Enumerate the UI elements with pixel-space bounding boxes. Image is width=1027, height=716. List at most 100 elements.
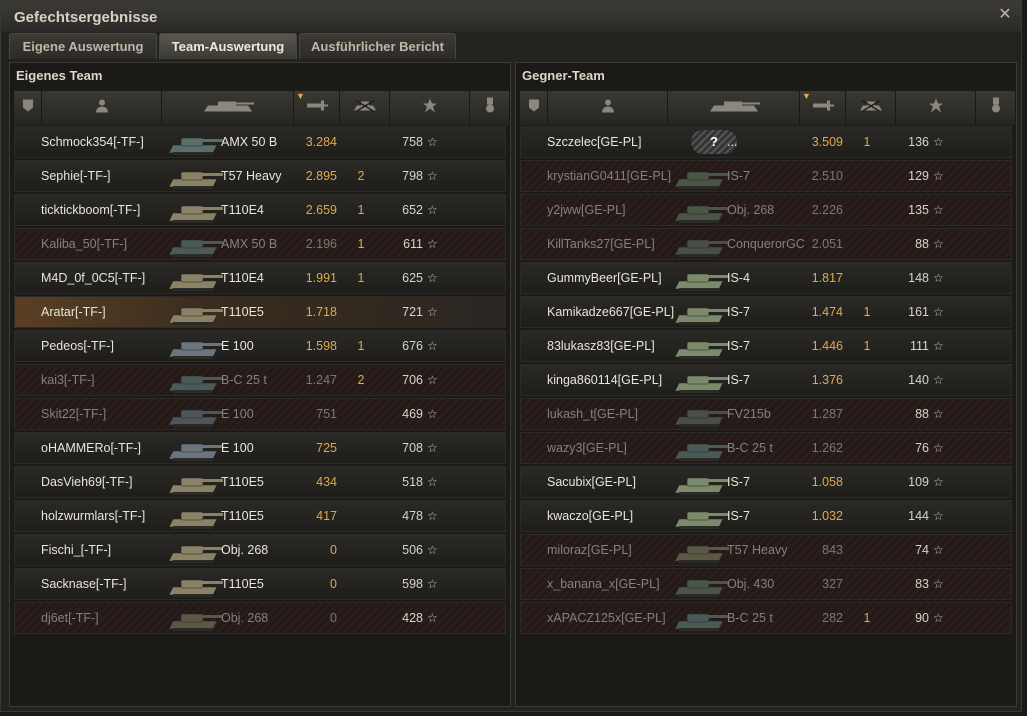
player-row[interactable]: miloraz[GE-PL] T57 Heavy 843 74 ☆: [520, 534, 1012, 566]
tank-icon: [167, 503, 223, 536]
tank-name: T110E5: [221, 577, 264, 591]
tank-icon: [673, 333, 729, 366]
player-row[interactable]: holzwurmlars[-TF-] T110E5 417 478 ☆: [14, 500, 506, 532]
xp-star-icon: ☆: [933, 577, 944, 591]
xp-star-icon: ☆: [933, 543, 944, 557]
close-icon[interactable]: ✕: [997, 7, 1013, 23]
header-player[interactable]: [42, 91, 162, 125]
player-row[interactable]: lukash_t[GE-PL] FV215b 1.287 88 ☆: [520, 398, 1012, 430]
damage-value: 1.817: [811, 271, 843, 285]
xp-star-icon: ☆: [933, 339, 944, 353]
player-name: miloraz[GE-PL]: [547, 543, 632, 557]
tank-icon: [673, 571, 729, 604]
xp-value: 140: [908, 373, 929, 387]
header-xp[interactable]: [390, 91, 470, 125]
player-row[interactable]: Pedeos[-TF-] E 100 1.598 1 676 ☆: [14, 330, 506, 362]
tank-name: Obj. 268: [727, 203, 775, 217]
player-row[interactable]: ticktickboom[-TF-] T110E4 2.659 1 652 ☆: [14, 194, 506, 226]
player-row[interactable]: Schmock354[-TF-] AMX 50 B 3.284 758 ☆: [14, 126, 506, 158]
xp-value: 676: [402, 339, 423, 353]
player-row[interactable]: xAPACZ125x[GE-PL] B-C 25 t 282 1 90 ☆: [520, 602, 1012, 634]
kills-value: [855, 195, 879, 225]
player-row[interactable]: 83lukasz83[GE-PL] IS-7 1.446 1 111 ☆: [520, 330, 1012, 362]
tank-name: T57 Heavy: [727, 543, 788, 557]
tank-icon: [673, 503, 729, 536]
xp-value: 74: [915, 543, 929, 557]
header-medal[interactable]: [470, 91, 510, 125]
header-rank[interactable]: [14, 91, 42, 125]
xp-star-icon: ☆: [933, 305, 944, 319]
header-rank[interactable]: [520, 91, 548, 125]
header-tank[interactable]: [162, 91, 294, 125]
xp-value: 144: [908, 509, 929, 523]
header-player[interactable]: [548, 91, 668, 125]
player-row[interactable]: Sacknase[-TF-] T110E5 0 598 ☆: [14, 568, 506, 600]
player-row[interactable]: Szczelec[GE-PL]?... 3.509 1 136 ☆: [520, 126, 1012, 158]
tank-icon: [706, 98, 762, 119]
header-damage[interactable]: ▼: [294, 91, 340, 125]
tab-eigene-auswertung[interactable]: Eigene Auswertung: [9, 33, 157, 59]
player-name: DasVieh69[-TF-]: [41, 475, 133, 489]
player-row[interactable]: dj6et[-TF-] Obj. 268 0 428 ☆: [14, 602, 506, 634]
player-row[interactable]: kwaczo[GE-PL] IS-7 1.032 144 ☆: [520, 500, 1012, 532]
xp-star-icon: ☆: [427, 271, 438, 285]
rank-icon: [21, 99, 35, 118]
tank-name: T110E5: [221, 475, 264, 489]
xp-star-icon: ☆: [427, 509, 438, 523]
damage-value: 2.895: [305, 169, 337, 183]
damage-value: 0: [330, 543, 337, 557]
player-row[interactable]: Skit22[-TF-] E 100 751 469 ☆: [14, 398, 506, 430]
kills-value: [855, 467, 879, 497]
tank-icon: [167, 231, 223, 264]
xp-star-icon: ☆: [427, 169, 438, 183]
xp-value: 83: [915, 577, 929, 591]
damage-value: 1.991: [305, 271, 337, 285]
tank-name: E 100: [221, 441, 254, 455]
xp-value: 469: [402, 407, 423, 421]
player-row[interactable]: y2jww[GE-PL] Obj. 268 2.226 135 ☆: [520, 194, 1012, 226]
header-medal[interactable]: [976, 91, 1016, 125]
player-row[interactable]: Kaliba_50[-TF-] AMX 50 B 2.196 1 611 ☆: [14, 228, 506, 260]
damage-value: 417: [316, 509, 337, 523]
player-name: Schmock354[-TF-]: [41, 135, 144, 149]
tab-team-auswertung[interactable]: Team-Auswertung: [159, 33, 297, 59]
player-row[interactable]: kai3[-TF-] B-C 25 t 1.247 2 706 ☆: [14, 364, 506, 396]
player-name: Sacubix[GE-PL]: [547, 475, 636, 489]
xp-value: 625: [402, 271, 423, 285]
header-kills[interactable]: [846, 91, 896, 125]
player-row[interactable]: Fischi_[-TF-] Obj. 268 0 506 ☆: [14, 534, 506, 566]
player-row[interactable]: wazy3[GE-PL] B-C 25 t 1.262 76 ☆: [520, 432, 1012, 464]
player-row[interactable]: x_banana_x[GE-PL] Obj. 430 327 83 ☆: [520, 568, 1012, 600]
header-damage[interactable]: ▼: [800, 91, 846, 125]
player-row[interactable]: GummyBeer[GE-PL] IS-4 1.817 148 ☆: [520, 262, 1012, 294]
damage-value: 1.058: [811, 475, 843, 489]
tank-icon: [673, 197, 729, 230]
player-row[interactable]: DasVieh69[-TF-] T110E5 434 518 ☆: [14, 466, 506, 498]
xp-value: 111: [909, 339, 929, 353]
player-row[interactable]: Kamikadze667[GE-PL] IS-7 1.474 1 161 ☆: [520, 296, 1012, 328]
xp-star-icon: ☆: [427, 611, 438, 625]
header-tank[interactable]: [668, 91, 800, 125]
player-row[interactable]: kinga860114[GE-PL] IS-7 1.376 140 ☆: [520, 364, 1012, 396]
player-row[interactable]: Aratar[-TF-] T110E5 1.718 721 ☆: [14, 296, 506, 328]
xp-value: 90: [915, 611, 929, 625]
header-kills[interactable]: [340, 91, 390, 125]
player-row[interactable]: M4D_0f_0C5[-TF-] T110E4 1.991 1 625 ☆: [14, 262, 506, 294]
xp-star-icon: ☆: [933, 407, 944, 421]
player-row[interactable]: Sacubix[GE-PL] IS-7 1.058 109 ☆: [520, 466, 1012, 498]
sort-chevron-icon: ▼: [296, 91, 305, 101]
xp-value: 428: [402, 611, 423, 625]
kills-value: 1: [357, 237, 365, 251]
header-xp[interactable]: [896, 91, 976, 125]
player-name: krystianG0411[GE-PL]: [547, 169, 672, 183]
player-row[interactable]: oHAMMERo[-TF-] E 100 725 708 ☆: [14, 432, 506, 464]
tab-ausfuehrlicher-bericht[interactable]: Ausführlicher Bericht: [299, 33, 456, 59]
tank-name: IS-7: [727, 475, 750, 489]
damage-value: 1.376: [811, 373, 843, 387]
kills-value: [855, 569, 879, 599]
player-row[interactable]: Sephie[-TF-] T57 Heavy 2.895 2 798 ☆: [14, 160, 506, 192]
player-row[interactable]: KillTanks27[GE-PL] ConquerorGC 2.051 88 ☆: [520, 228, 1012, 260]
tank-icon: [167, 401, 223, 434]
player-row[interactable]: krystianG0411[GE-PL] IS-7 2.510 129 ☆: [520, 160, 1012, 192]
kills-value: [855, 161, 879, 191]
